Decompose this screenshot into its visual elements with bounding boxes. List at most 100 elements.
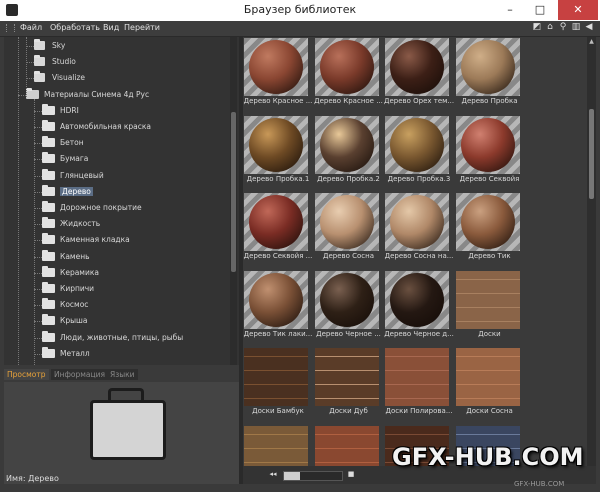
tree-item[interactable]: Бетон xyxy=(4,136,230,150)
large-thumbs-icon[interactable]: ■ xyxy=(347,470,355,478)
tree-item[interactable]: Крыша xyxy=(4,314,230,328)
tree-item[interactable]: Кирпичи xyxy=(4,282,230,296)
search-icon[interactable]: ⚲ xyxy=(558,22,568,33)
material-tile[interactable]: Дерево Красное ... xyxy=(243,38,312,109)
tree-item[interactable]: Камень xyxy=(4,249,230,264)
material-tile[interactable]: Дерево Тик лаки... xyxy=(243,270,312,342)
tree-item[interactable]: Studio xyxy=(4,55,230,69)
menu-bar: Файл Обработать Вид Перейти ◩ ⌂ ⚲ ▥ ◀ xyxy=(0,21,600,37)
tree-item[interactable]: Бумага xyxy=(4,152,230,166)
material-tile[interactable]: Дерево Пробка.2 xyxy=(314,115,382,187)
material-sphere xyxy=(390,272,444,327)
grid-scroll-thumb[interactable] xyxy=(589,109,594,199)
material-tile[interactable]: Дерево Секвойя ... xyxy=(243,193,312,264)
material-tile[interactable]: Дерево Черное ... xyxy=(314,270,382,342)
tree-connector xyxy=(34,175,42,177)
tree-item[interactable]: Дорожное покрытие xyxy=(4,201,230,215)
material-tile[interactable]: Доски Сосна xyxy=(455,348,523,419)
tree-connector xyxy=(34,256,42,258)
new-icon[interactable]: ◩ xyxy=(532,22,542,33)
material-tile[interactable]: Дерево Сосна xyxy=(314,193,382,264)
material-tile[interactable]: Дерево Секвойя xyxy=(455,115,523,187)
material-tile[interactable]: Дерево Красное ... xyxy=(314,38,383,109)
folder-icon xyxy=(42,168,55,180)
menu-file[interactable]: Файл xyxy=(20,23,42,32)
tree-item-label: Каменная кладка xyxy=(60,235,130,245)
grid-scrollbar[interactable]: ▲ xyxy=(587,37,596,466)
menu-process[interactable]: Обработать xyxy=(50,23,100,32)
tree-item-label: Sky xyxy=(52,41,66,50)
slider-handle[interactable] xyxy=(284,472,300,480)
menu-go[interactable]: Перейти xyxy=(124,23,160,32)
minimize-button[interactable]: – xyxy=(496,0,524,20)
tree-item-label: Бумага xyxy=(60,154,89,164)
tree-connector xyxy=(34,143,42,145)
library-icon xyxy=(34,55,45,67)
tree-item-label: Автомобильная краска xyxy=(60,122,151,131)
material-tile[interactable]: Доски xyxy=(455,270,523,342)
material-tile[interactable]: Доски Дуб xyxy=(314,348,382,419)
tree-item[interactable]: HDRI xyxy=(4,103,230,118)
tree-item[interactable]: Глянцевый xyxy=(4,168,230,183)
material-tile[interactable]: Доски Полирова... xyxy=(384,348,453,419)
maximize-button[interactable]: □ xyxy=(526,0,554,20)
material-label: Дерево Черное д... xyxy=(384,329,454,338)
material-tile[interactable]: Доски Бамбук xyxy=(243,348,311,419)
tree-item-label: Дорожное покрытие xyxy=(60,203,142,212)
library-tree[interactable]: Sky Studio Visualize Материалы Синема 4д Ру… xyxy=(4,37,240,365)
scroll-up-icon[interactable]: ▲ xyxy=(588,38,595,45)
material-tile[interactable]: Дерево Сосна на... xyxy=(384,193,454,264)
tree-scrollbar[interactable] xyxy=(230,37,237,365)
tree-item[interactable]: Каменная кладка xyxy=(4,233,230,247)
tree-connector xyxy=(34,337,42,339)
tree-connector xyxy=(34,159,42,161)
tab-preview[interactable]: Просмотр xyxy=(4,369,49,380)
material-tile[interactable]: Дерево Тик xyxy=(455,193,523,264)
material-tile[interactable] xyxy=(314,425,382,466)
tree-item[interactable]: Visualize xyxy=(4,71,230,85)
tree-item[interactable]: Sky xyxy=(4,39,230,53)
tree-item[interactable]: Металл xyxy=(4,346,230,361)
material-tile[interactable] xyxy=(243,425,311,466)
material-label: Дерево Сосна на... xyxy=(384,252,454,260)
material-tile[interactable]: Дерево Орех тем... xyxy=(384,38,454,109)
material-tile[interactable]: Дерево Черное д... xyxy=(384,270,454,342)
tree-item-label: Камень xyxy=(60,251,90,261)
tree-item[interactable]: Жидкость xyxy=(4,217,230,231)
preview-pane xyxy=(4,382,240,484)
material-tile[interactable]: Дерево Пробка xyxy=(455,38,523,109)
tree-item-label: Материалы Синема 4д Рус xyxy=(44,89,150,99)
tree-item[interactable]: Люди, животные, птицы, рыбы xyxy=(4,330,230,345)
material-thumbnail xyxy=(244,115,308,174)
tab-info[interactable]: Информация xyxy=(51,369,109,380)
material-tile[interactable]: Дерево Пробка.1 xyxy=(243,115,311,187)
material-label: Дерево Пробка xyxy=(461,97,518,105)
close-button[interactable]: ✕ xyxy=(558,0,598,20)
material-thumbnail xyxy=(385,193,449,251)
material-swatch xyxy=(244,425,308,466)
tree-item[interactable]: Керамика xyxy=(4,265,230,280)
material-sphere xyxy=(249,195,303,249)
tree-item[interactable]: Дерево xyxy=(4,184,230,199)
tree-connector xyxy=(34,321,42,323)
home-icon[interactable]: ⌂ xyxy=(545,22,555,33)
material-sphere xyxy=(249,272,303,327)
material-thumbnail xyxy=(314,115,379,174)
small-thumbs-icon[interactable]: ◂◂ xyxy=(269,470,277,478)
material-sphere xyxy=(390,40,444,94)
back-icon[interactable]: ◀ xyxy=(584,22,594,33)
material-tile[interactable]: Дерево Пробка.3 xyxy=(384,115,452,187)
tree-item[interactable]: Космос xyxy=(4,298,230,312)
tree-connector xyxy=(34,289,42,290)
view-icon[interactable]: ▥ xyxy=(571,22,581,33)
tree-item[interactable]: Автомобильная краска xyxy=(4,120,230,134)
tab-languages[interactable]: Языки xyxy=(107,369,138,380)
tree-item[interactable]: Материалы Синема 4д Рус xyxy=(4,87,230,102)
tree-scroll-thumb[interactable] xyxy=(231,112,236,272)
material-sphere xyxy=(319,272,374,327)
material-sphere xyxy=(249,117,303,172)
grip-icon xyxy=(6,24,15,32)
menu-view[interactable]: Вид xyxy=(103,23,119,32)
tree-connector xyxy=(18,94,26,96)
thumbnail-size-slider[interactable] xyxy=(283,471,343,481)
